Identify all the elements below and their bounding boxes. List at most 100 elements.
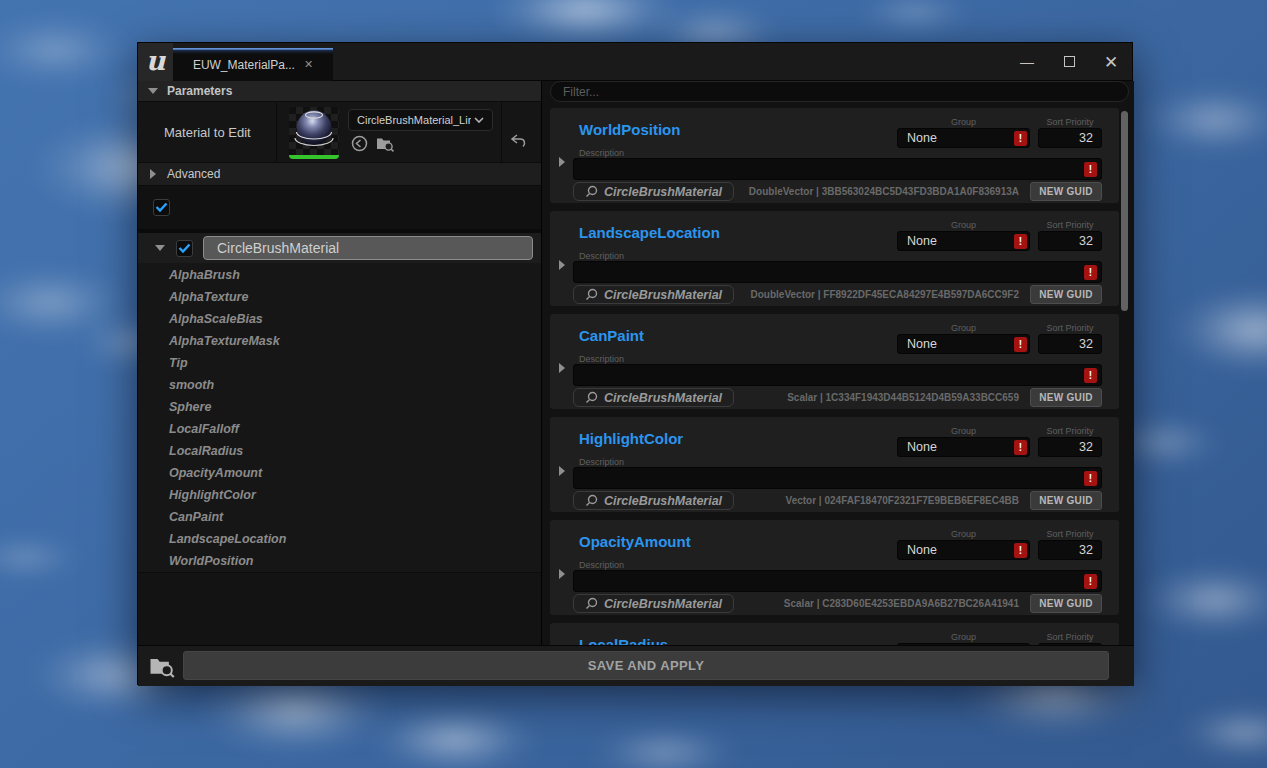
error-badge: ! [1084, 265, 1097, 280]
material-reference-chip[interactable]: CircleBrushMaterial [573, 182, 734, 201]
sort-priority-field[interactable]: 32 [1038, 437, 1102, 457]
parameter-cards: WorldPosition Group None ! Sort Priority… [550, 108, 1119, 645]
description-input[interactable]: ! [573, 467, 1102, 489]
parameter-name[interactable]: OpacityAmount [579, 533, 691, 550]
parameter-card: OpacityAmount Group None ! Sort Priority… [550, 520, 1119, 615]
search-icon [585, 391, 598, 404]
browse-to-asset-icon[interactable] [376, 135, 395, 152]
expand-arrow-icon[interactable] [559, 260, 565, 270]
maximize-button[interactable] [1048, 54, 1090, 70]
parameter-list-item[interactable]: Tip [138, 352, 541, 374]
expand-arrow-icon[interactable] [559, 569, 565, 579]
scrollbar-thumb[interactable] [1121, 111, 1128, 311]
minimize-button[interactable]: — [1006, 54, 1048, 70]
parameter-name[interactable]: CanPaint [579, 327, 644, 344]
sort-priority-field[interactable]: 32 [1038, 334, 1102, 354]
parameter-name[interactable]: LocalRadius [579, 636, 668, 645]
parameter-card: LocalRadius Group None ! Sort Priority 3… [550, 623, 1119, 645]
tab-close-icon[interactable]: ✕ [304, 58, 313, 71]
description-input[interactable]: ! [573, 364, 1102, 386]
material-checkbox[interactable] [176, 240, 193, 257]
group-field[interactable]: None ! [897, 128, 1030, 148]
error-badge: ! [1014, 234, 1027, 249]
material-to-edit-row: Material to Edit [138, 102, 541, 163]
type-and-guid: DoubleVector | 3BB563024BC5D43FD3BDA1A0F… [734, 186, 1030, 197]
new-guid-button[interactable]: NEW GUID [1030, 491, 1102, 510]
error-badge: ! [1084, 162, 1097, 177]
parameter-list-item[interactable]: LocalFalloff [138, 418, 541, 440]
parameter-list-item[interactable]: WorldPosition [138, 550, 541, 572]
group-label: Group [951, 220, 976, 230]
collapse-arrow-icon [148, 88, 158, 94]
parameters-header-label: Parameters [167, 84, 232, 98]
description-label: Description [579, 457, 624, 467]
type-and-guid: Scalar | 1C334F1943D44B5124D4B59A33BCC65… [734, 392, 1030, 403]
thumbnail-status-bar [289, 155, 339, 159]
new-guid-button[interactable]: NEW GUID [1030, 285, 1102, 304]
parameter-name[interactable]: WorldPosition [579, 121, 680, 138]
material-thumbnail[interactable] [289, 107, 339, 159]
group-field[interactable]: None ! [897, 334, 1030, 354]
sort-priority-field[interactable]: 32 [1038, 128, 1102, 148]
description-input[interactable]: ! [573, 261, 1102, 283]
browse-to-asset-icon[interactable] [149, 654, 176, 682]
window-body: Parameters Material to Edit [138, 81, 1134, 645]
use-selected-asset-icon[interactable] [351, 135, 368, 152]
parameter-list-item[interactable]: LandscapeLocation [138, 528, 541, 550]
filter-input[interactable] [550, 81, 1129, 102]
parameter-card: LandscapeLocation Group None ! Sort Prio… [550, 211, 1119, 306]
parameter-list-item[interactable]: smooth [138, 374, 541, 396]
material-reference-chip[interactable]: CircleBrushMaterial [573, 388, 734, 407]
group-field[interactable]: None ! [897, 437, 1030, 457]
sort-priority-field[interactable]: 32 [1038, 540, 1102, 560]
parameter-list-item[interactable]: AlphaScaleBias [138, 308, 541, 330]
card-footer: CircleBrushMaterial Scalar | C283D60E425… [573, 594, 1102, 613]
material-reference-chip[interactable]: CircleBrushMaterial [573, 285, 734, 304]
group-value: None [907, 438, 937, 456]
enabled-checkbox[interactable] [153, 199, 170, 216]
expand-arrow-icon[interactable] [559, 157, 565, 167]
sort-priority-field[interactable]: 32 [1038, 231, 1102, 251]
parameter-list-item[interactable]: AlphaBrush [138, 264, 541, 286]
material-name-input[interactable] [203, 236, 533, 260]
description-input[interactable]: ! [573, 158, 1102, 180]
description-label: Description [579, 560, 624, 570]
parameter-list-item[interactable]: CanPaint [138, 506, 541, 528]
parameter-list-item[interactable]: Sphere [138, 396, 541, 418]
new-guid-button[interactable]: NEW GUID [1030, 388, 1102, 407]
expand-arrow-icon[interactable] [559, 466, 565, 476]
group-field[interactable]: None ! [897, 231, 1030, 251]
parameter-name[interactable]: LandscapeLocation [579, 224, 720, 241]
group-value: None [907, 335, 937, 353]
parameter-list-item[interactable]: OpacityAmount [138, 462, 541, 484]
tab-euw-materialpa[interactable]: EUW_MaterialPa... ✕ [173, 48, 333, 81]
checkmark-icon [155, 202, 168, 213]
parameter-list-item[interactable]: LocalRadius [138, 440, 541, 462]
group-value: None [907, 232, 937, 250]
sort-priority-value: 32 [1079, 541, 1093, 559]
parameters-header[interactable]: Parameters [138, 81, 541, 102]
advanced-section[interactable]: Advanced [138, 163, 541, 186]
cloud [1130, 80, 1267, 160]
parameter-list-item[interactable]: AlphaTexture [138, 286, 541, 308]
save-and-apply-button[interactable]: SAVE AND APPLY [183, 651, 1109, 680]
new-guid-button[interactable]: NEW GUID [1030, 594, 1102, 613]
material-asset-dropdown[interactable]: CircleBrushMaterial_Lir [348, 109, 493, 131]
parameter-name[interactable]: HighlightColor [579, 430, 683, 447]
titlebar[interactable]: u EUW_MaterialPa... ✕ — ✕ [138, 43, 1132, 81]
expand-arrow-icon[interactable] [559, 363, 565, 373]
new-guid-button[interactable]: NEW GUID [1030, 182, 1102, 201]
reset-to-default-icon[interactable] [504, 126, 532, 154]
group-field[interactable]: None ! [897, 540, 1030, 560]
material-reference-chip[interactable]: CircleBrushMaterial [573, 594, 734, 613]
parameters-panel: Parameters Material to Edit [138, 81, 541, 645]
card-footer: CircleBrushMaterial Vector | 024FAF18470… [573, 491, 1102, 510]
material-reference-name: CircleBrushMaterial [604, 391, 722, 405]
description-input[interactable]: ! [573, 570, 1102, 592]
close-button[interactable]: ✕ [1090, 52, 1132, 73]
chevron-down-icon [474, 117, 484, 123]
material-reference-chip[interactable]: CircleBrushMaterial [573, 491, 734, 510]
parameter-list-item[interactable]: AlphaTextureMask [138, 330, 541, 352]
cloud [1160, 280, 1267, 380]
parameter-list-item[interactable]: HighlightColor [138, 484, 541, 506]
